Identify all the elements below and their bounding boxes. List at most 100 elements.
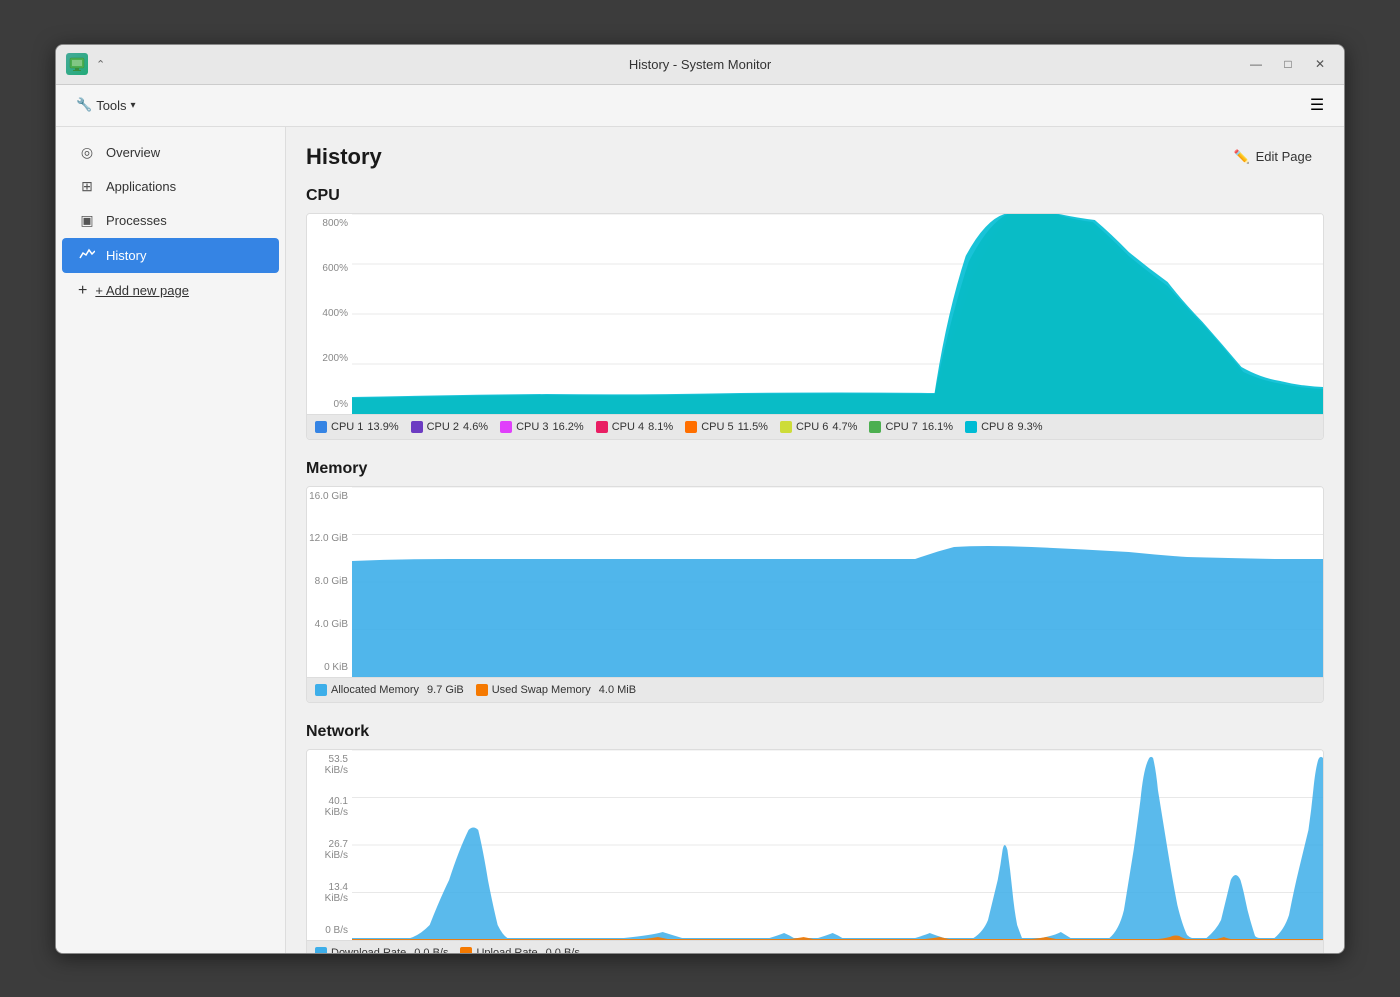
- minimize-button[interactable]: —: [1242, 53, 1270, 75]
- memory-y-4: 4.0 GiB: [309, 619, 348, 630]
- allocated-memory-legend-item: Allocated Memory 9.7 GiB: [315, 684, 464, 696]
- cpu1-color: [315, 421, 327, 433]
- memory-y-0: 0 KiB: [309, 662, 348, 673]
- cpu2-value: 4.6%: [463, 421, 488, 433]
- memory-section-title: Memory: [306, 460, 1324, 478]
- overview-icon: ◎: [78, 144, 96, 161]
- cpu7-value: 16.1%: [922, 421, 953, 433]
- edit-icon: ✏️: [1233, 149, 1249, 165]
- cpu-y-800: 800%: [309, 218, 348, 229]
- cpu7-color: [869, 421, 881, 433]
- tools-button[interactable]: 🔧 Tools ▾: [68, 93, 144, 117]
- cpu6-color: [780, 421, 792, 433]
- tools-label: Tools: [96, 98, 126, 113]
- download-rate-color: [315, 947, 327, 953]
- cpu5-legend-item: CPU 5 11.5%: [685, 421, 768, 433]
- cpu8-value: 9.3%: [1017, 421, 1042, 433]
- sidebar-item-overview[interactable]: ◎ Overview: [62, 136, 279, 169]
- cpu-svg: [352, 214, 1323, 414]
- network-section-title: Network: [306, 723, 1324, 741]
- cpu1-value: 13.9%: [367, 421, 398, 433]
- cpu-section-title: CPU: [306, 187, 1324, 205]
- allocated-memory-label: Allocated Memory: [331, 684, 419, 696]
- tools-chevron-icon: ▾: [131, 100, 136, 111]
- network-svg: [352, 750, 1323, 940]
- cpu8-legend-item: CPU 8 9.3%: [965, 421, 1042, 433]
- maximize-button[interactable]: □: [1274, 53, 1302, 75]
- main-layout: ◎ Overview ⊞ Applications ▣ Processes Hi…: [56, 127, 1344, 953]
- sidebar-item-applications[interactable]: ⊞ Applications: [62, 170, 279, 203]
- cpu7-label: CPU 7: [885, 421, 917, 433]
- memory-svg: [352, 487, 1323, 677]
- download-rate-value: 0.0 B/s: [414, 947, 448, 953]
- network-y-267: 26.7 KiB/s: [309, 839, 348, 861]
- cpu6-label: CPU 6: [796, 421, 828, 433]
- cpu3-label: CPU 3: [516, 421, 548, 433]
- add-icon: +: [78, 282, 87, 300]
- tools-icon: 🔧: [76, 97, 92, 113]
- cpu-legend: CPU 1 13.9% CPU 2 4.6% CPU 3 16.2%: [307, 414, 1323, 439]
- toolbar: 🔧 Tools ▾ ☰: [56, 85, 1344, 127]
- cpu-section: CPU 800% 600% 400% 200% 0%: [306, 187, 1324, 440]
- network-svg-container: [352, 750, 1323, 940]
- cpu2-label: CPU 2: [427, 421, 459, 433]
- cpu6-value: 4.7%: [832, 421, 857, 433]
- cpu6-legend-item: CPU 6 4.7%: [780, 421, 857, 433]
- cpu2-legend-item: CPU 2 4.6%: [411, 421, 488, 433]
- memory-y-labels: 16.0 GiB 12.0 GiB 8.0 GiB 4.0 GiB 0 KiB: [307, 487, 352, 677]
- cpu3-value: 16.2%: [553, 421, 584, 433]
- edit-page-button[interactable]: ✏️ Edit Page: [1221, 143, 1324, 171]
- cpu-y-labels: 800% 600% 400% 200% 0%: [307, 214, 352, 414]
- network-y-labels: 53.5 KiB/s 40.1 KiB/s 26.7 KiB/s 13.4 Ki…: [307, 750, 352, 940]
- cpu5-color: [685, 421, 697, 433]
- cpu-y-600: 600%: [309, 263, 348, 274]
- memory-y-12: 12.0 GiB: [309, 533, 348, 544]
- cpu-y-200: 200%: [309, 353, 348, 364]
- title-bar-chevron[interactable]: ⌃: [96, 58, 105, 71]
- cpu5-label: CPU 5: [701, 421, 733, 433]
- sidebar-item-overview-label: Overview: [106, 145, 160, 160]
- upload-rate-color: [460, 947, 472, 953]
- network-y-535: 53.5 KiB/s: [309, 754, 348, 776]
- upload-rate-value: 0.0 B/s: [546, 947, 580, 953]
- download-rate-label: Download Rate: [331, 947, 406, 953]
- title-bar: ⌃ History - System Monitor — □ ✕: [56, 45, 1344, 85]
- content-area: History ✏️ Edit Page CPU 800% 600% 400% …: [286, 127, 1344, 953]
- download-rate-legend-item: Download Rate 0.0 B/s: [315, 947, 448, 953]
- sidebar-item-applications-label: Applications: [106, 179, 176, 194]
- swap-memory-legend-item: Used Swap Memory 4.0 MiB: [476, 684, 636, 696]
- close-button[interactable]: ✕: [1306, 53, 1334, 75]
- cpu3-legend-item: CPU 3 16.2%: [500, 421, 584, 433]
- cpu4-value: 8.1%: [648, 421, 673, 433]
- title-bar-left: ⌃: [66, 53, 105, 75]
- upload-rate-legend-item: Upload Rate 0.0 B/s: [460, 947, 579, 953]
- memory-legend: Allocated Memory 9.7 GiB Used Swap Memor…: [307, 677, 1323, 702]
- cpu-chart-container: 800% 600% 400% 200% 0%: [306, 213, 1324, 440]
- app-icon: [66, 53, 88, 75]
- sidebar-item-history[interactable]: History: [62, 238, 279, 273]
- memory-y-8: 8.0 GiB: [309, 576, 348, 587]
- cpu-svg-container: [352, 214, 1323, 414]
- sidebar-item-processes[interactable]: ▣ Processes: [62, 204, 279, 237]
- applications-icon: ⊞: [78, 178, 96, 195]
- window-title: History - System Monitor: [629, 57, 771, 72]
- add-new-page-button[interactable]: + + Add new page: [62, 274, 279, 308]
- main-window: ⌃ History - System Monitor — □ ✕ 🔧 Tools…: [55, 44, 1345, 954]
- network-chart-container: 53.5 KiB/s 40.1 KiB/s 26.7 KiB/s 13.4 Ki…: [306, 749, 1324, 953]
- allocated-memory-value: 9.7 GiB: [427, 684, 464, 696]
- cpu-chart-area: 800% 600% 400% 200% 0%: [307, 214, 1323, 414]
- memory-section: Memory 16.0 GiB 12.0 GiB 8.0 GiB 4.0 GiB…: [306, 460, 1324, 703]
- swap-memory-label: Used Swap Memory: [492, 684, 591, 696]
- cpu7-legend-item: CPU 7 16.1%: [869, 421, 953, 433]
- processes-icon: ▣: [78, 212, 96, 229]
- allocated-memory-color: [315, 684, 327, 696]
- cpu8-label: CPU 8: [981, 421, 1013, 433]
- edit-page-label: Edit Page: [1256, 149, 1312, 164]
- window-controls: — □ ✕: [1242, 53, 1334, 75]
- network-section: Network 53.5 KiB/s 40.1 KiB/s 26.7 KiB/s…: [306, 723, 1324, 953]
- content-header: History ✏️ Edit Page: [306, 143, 1324, 171]
- sidebar: ◎ Overview ⊞ Applications ▣ Processes Hi…: [56, 127, 286, 953]
- hamburger-button[interactable]: ☰: [1302, 91, 1332, 119]
- cpu1-legend-item: CPU 1 13.9%: [315, 421, 399, 433]
- memory-svg-container: [352, 487, 1323, 677]
